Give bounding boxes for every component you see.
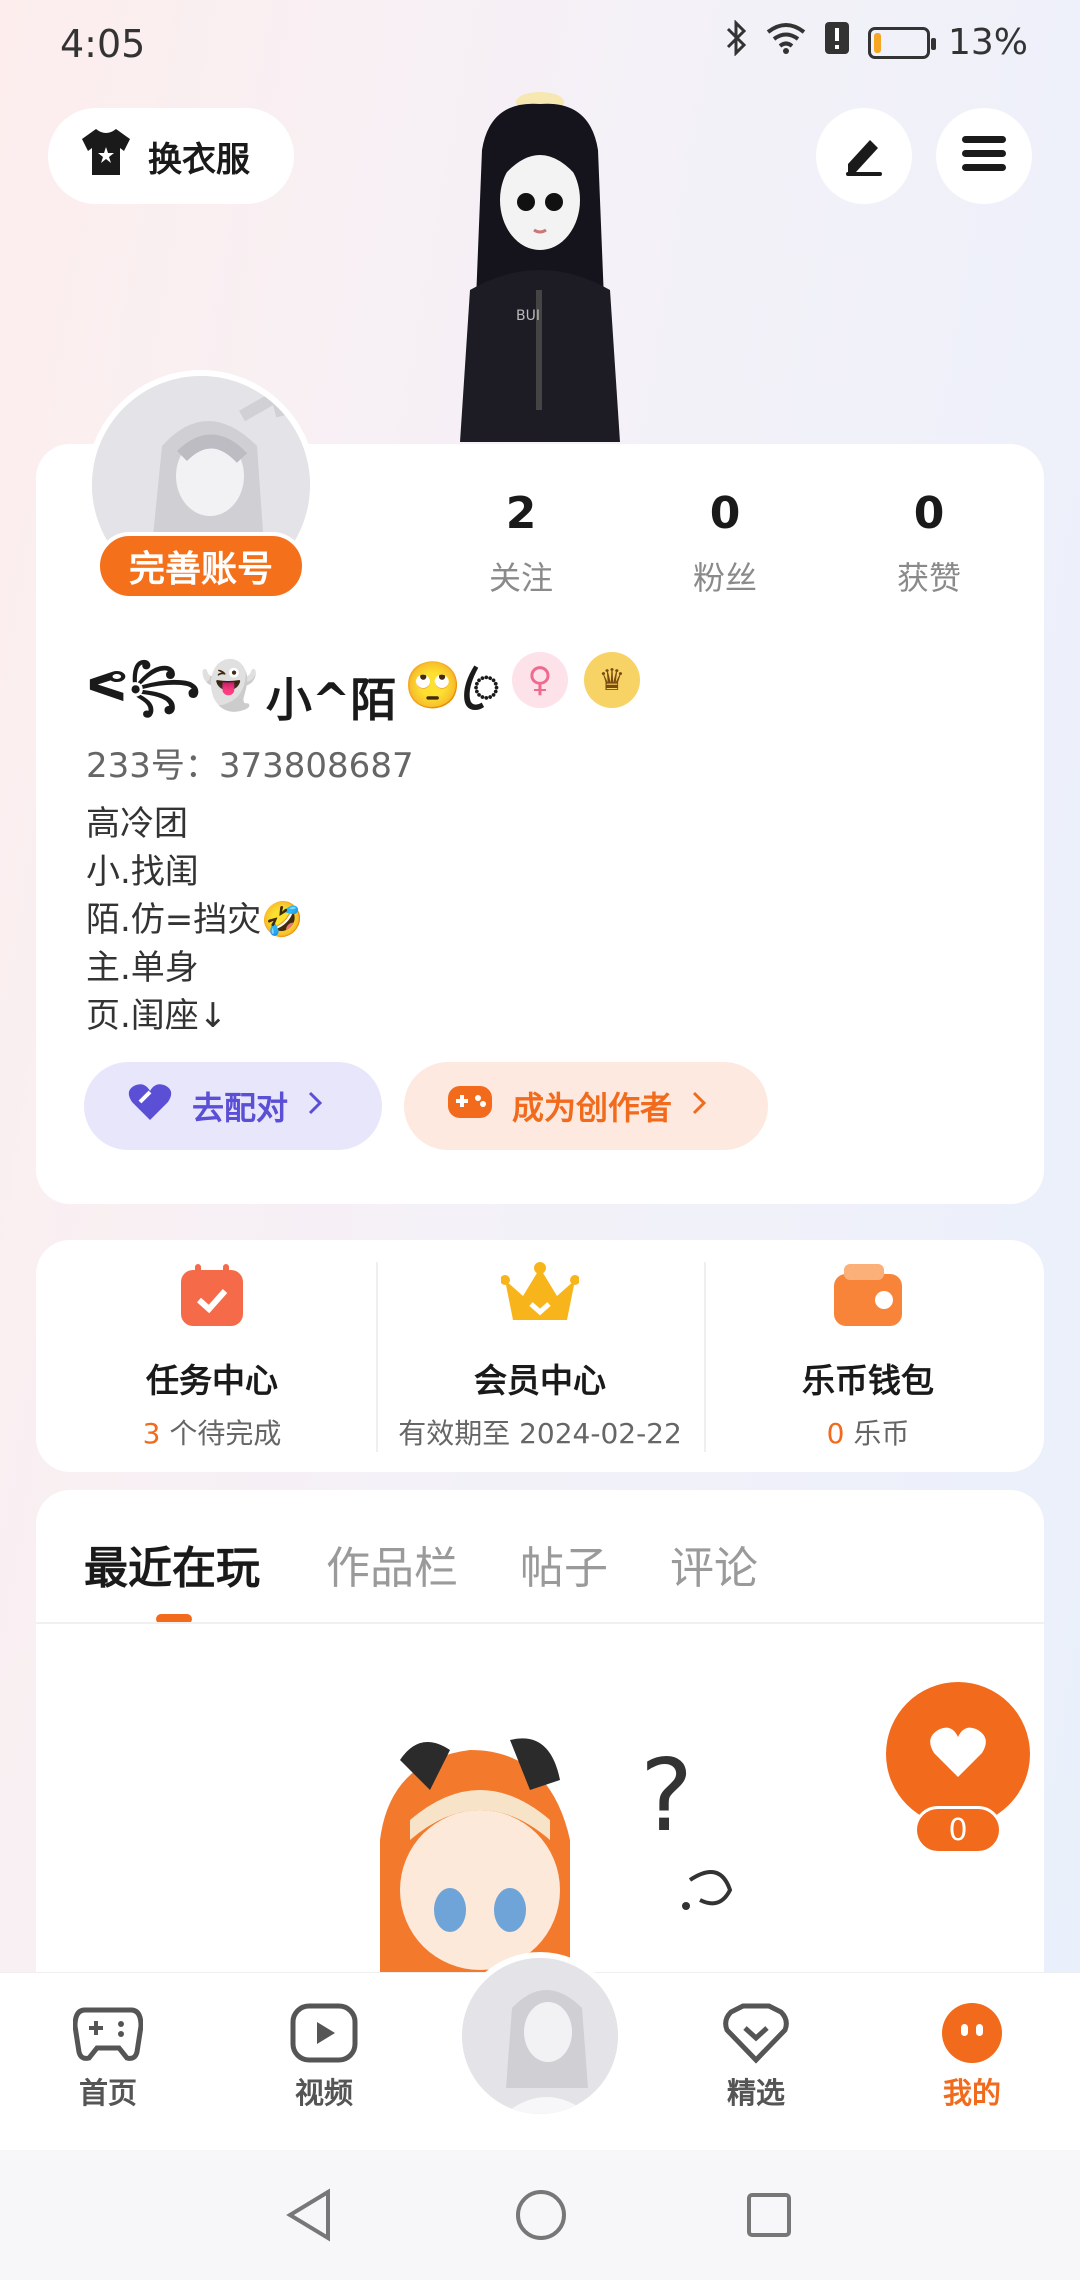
divider (376, 1262, 378, 1452)
nickname: ᕙ꧂👻 小^陌 🙄ꦿ (86, 650, 500, 744)
become-creator-button[interactable]: 成为创作者 (404, 1062, 768, 1150)
menu-button[interactable] (936, 108, 1032, 204)
bio-line: 高冷团 (86, 804, 188, 844)
complete-account-button[interactable]: 完善账号 (96, 532, 306, 600)
female-icon: ♀ (512, 652, 568, 708)
nav-video[interactable]: 视频 (264, 2002, 384, 2112)
bio-line: 陌.仿=挡灾🤣 (86, 900, 304, 940)
stat-followers[interactable]: 0 粉丝 (650, 488, 800, 599)
change-outfit-label: 换衣服 (148, 139, 250, 180)
tab-works[interactable]: 作品栏 (326, 1532, 458, 1596)
chevron-right-icon (690, 1087, 708, 1125)
back-icon[interactable] (284, 2188, 334, 2246)
bluetooth-icon (724, 19, 748, 65)
change-outfit-button[interactable]: 换衣服 (48, 108, 294, 204)
favorite-button[interactable] (886, 1682, 1030, 1826)
svg-text:BUI: BUI (516, 308, 540, 324)
bio-line: 主.单身 (86, 948, 199, 988)
edit-profile-button[interactable] (816, 108, 912, 204)
heart-icon (928, 1725, 988, 1783)
calendar-check-icon (179, 1262, 245, 1328)
pen-icon (840, 130, 888, 182)
coin-wallet-title: 乐币钱包 (802, 1361, 934, 1400)
stat-following-value: 2 (505, 488, 537, 539)
center-avatar-button[interactable] (456, 1952, 624, 2120)
crown-icon (500, 1262, 580, 1328)
hamburger-icon (960, 134, 1008, 178)
empty-state-mascot: ? (360, 1720, 760, 1980)
wallet-icon (834, 1262, 902, 1328)
gamepad-icon (72, 2002, 144, 2064)
stat-followers-value: 0 (709, 488, 741, 539)
chevron-right-icon (306, 1087, 324, 1125)
home-circle-icon[interactable] (514, 2188, 568, 2246)
nav-featured-label: 精选 (726, 2076, 785, 2110)
heart-icon (126, 1082, 174, 1130)
nav-mine-label: 我的 (942, 2076, 1001, 2110)
tab-comments[interactable]: 评论 (670, 1532, 758, 1596)
heart-diamond-icon (721, 2002, 791, 2064)
bio-line: 页.闺座↓ (86, 996, 228, 1036)
play-icon (289, 2002, 359, 2064)
task-center-sub: 3 个待完成 (142, 1417, 282, 1450)
nav-featured[interactable]: 精选 (696, 2002, 816, 2112)
wifi-icon (766, 22, 806, 63)
battery-icon (867, 26, 936, 59)
avatar-character-3d[interactable]: BUI (430, 90, 650, 442)
tab-recent-played[interactable]: 最近在玩 (84, 1532, 260, 1596)
nav-home[interactable]: 首页 (48, 2002, 168, 2112)
tab-divider (36, 1622, 1044, 1624)
favorite-count: 0 (914, 1806, 1002, 1854)
tab-posts[interactable]: 帖子 (520, 1532, 608, 1596)
stat-likes-label: 获赞 (896, 559, 961, 597)
pair-button[interactable]: 去配对 (84, 1062, 382, 1150)
recents-square-icon[interactable] (746, 2192, 792, 2242)
stat-likes-value: 0 (913, 488, 945, 539)
stat-following-label: 关注 (488, 559, 553, 597)
user-id: 233号：373808687 (86, 746, 414, 786)
coin-wallet-sub: 0 乐币 (826, 1417, 910, 1450)
status-icons: 13% (724, 19, 1028, 65)
gamepad-icon (446, 1082, 494, 1130)
status-time: 4:05 (60, 22, 146, 66)
profile-face-icon (937, 2002, 1007, 2064)
nickname-suffix: 🙄ꦿ (404, 658, 500, 712)
bio: 高冷团 小.找闺 陌.仿=挡灾🤣 主.单身 页.闺座↓ (86, 800, 304, 1040)
alert-icon (824, 21, 850, 64)
nav-home-label: 首页 (78, 2076, 137, 2110)
nickname-text: 小^陌 (265, 673, 397, 727)
stat-followers-label: 粉丝 (692, 559, 757, 597)
nav-video-label: 视频 (294, 2076, 353, 2110)
battery-percent: 13% (947, 22, 1028, 63)
svg-text:?: ? (640, 1737, 693, 1854)
nickname-prefix: ᕙ꧂👻 (86, 658, 258, 712)
crown-badge-icon[interactable]: ♛ (584, 652, 640, 708)
pair-label: 去配对 (192, 1089, 289, 1127)
nav-mine[interactable]: 我的 (912, 2002, 1032, 2112)
vip-center[interactable]: 会员中心 有效期至 2024-02-22 (390, 1262, 690, 1452)
task-center-title: 任务中心 (146, 1361, 278, 1400)
tshirt-icon (78, 127, 134, 186)
stat-likes[interactable]: 0 获赞 (854, 488, 1004, 599)
stat-following[interactable]: 2 关注 (446, 488, 596, 599)
coin-wallet[interactable]: 乐币钱包 0 乐币 (718, 1262, 1018, 1452)
become-creator-label: 成为创作者 (512, 1089, 673, 1127)
task-center[interactable]: 任务中心 3 个待完成 (62, 1262, 362, 1452)
vip-center-sub: 有效期至 2024-02-22 (398, 1417, 682, 1450)
divider (704, 1262, 706, 1452)
vip-center-title: 会员中心 (474, 1361, 606, 1400)
bio-line: 小.找闺 (86, 852, 199, 892)
